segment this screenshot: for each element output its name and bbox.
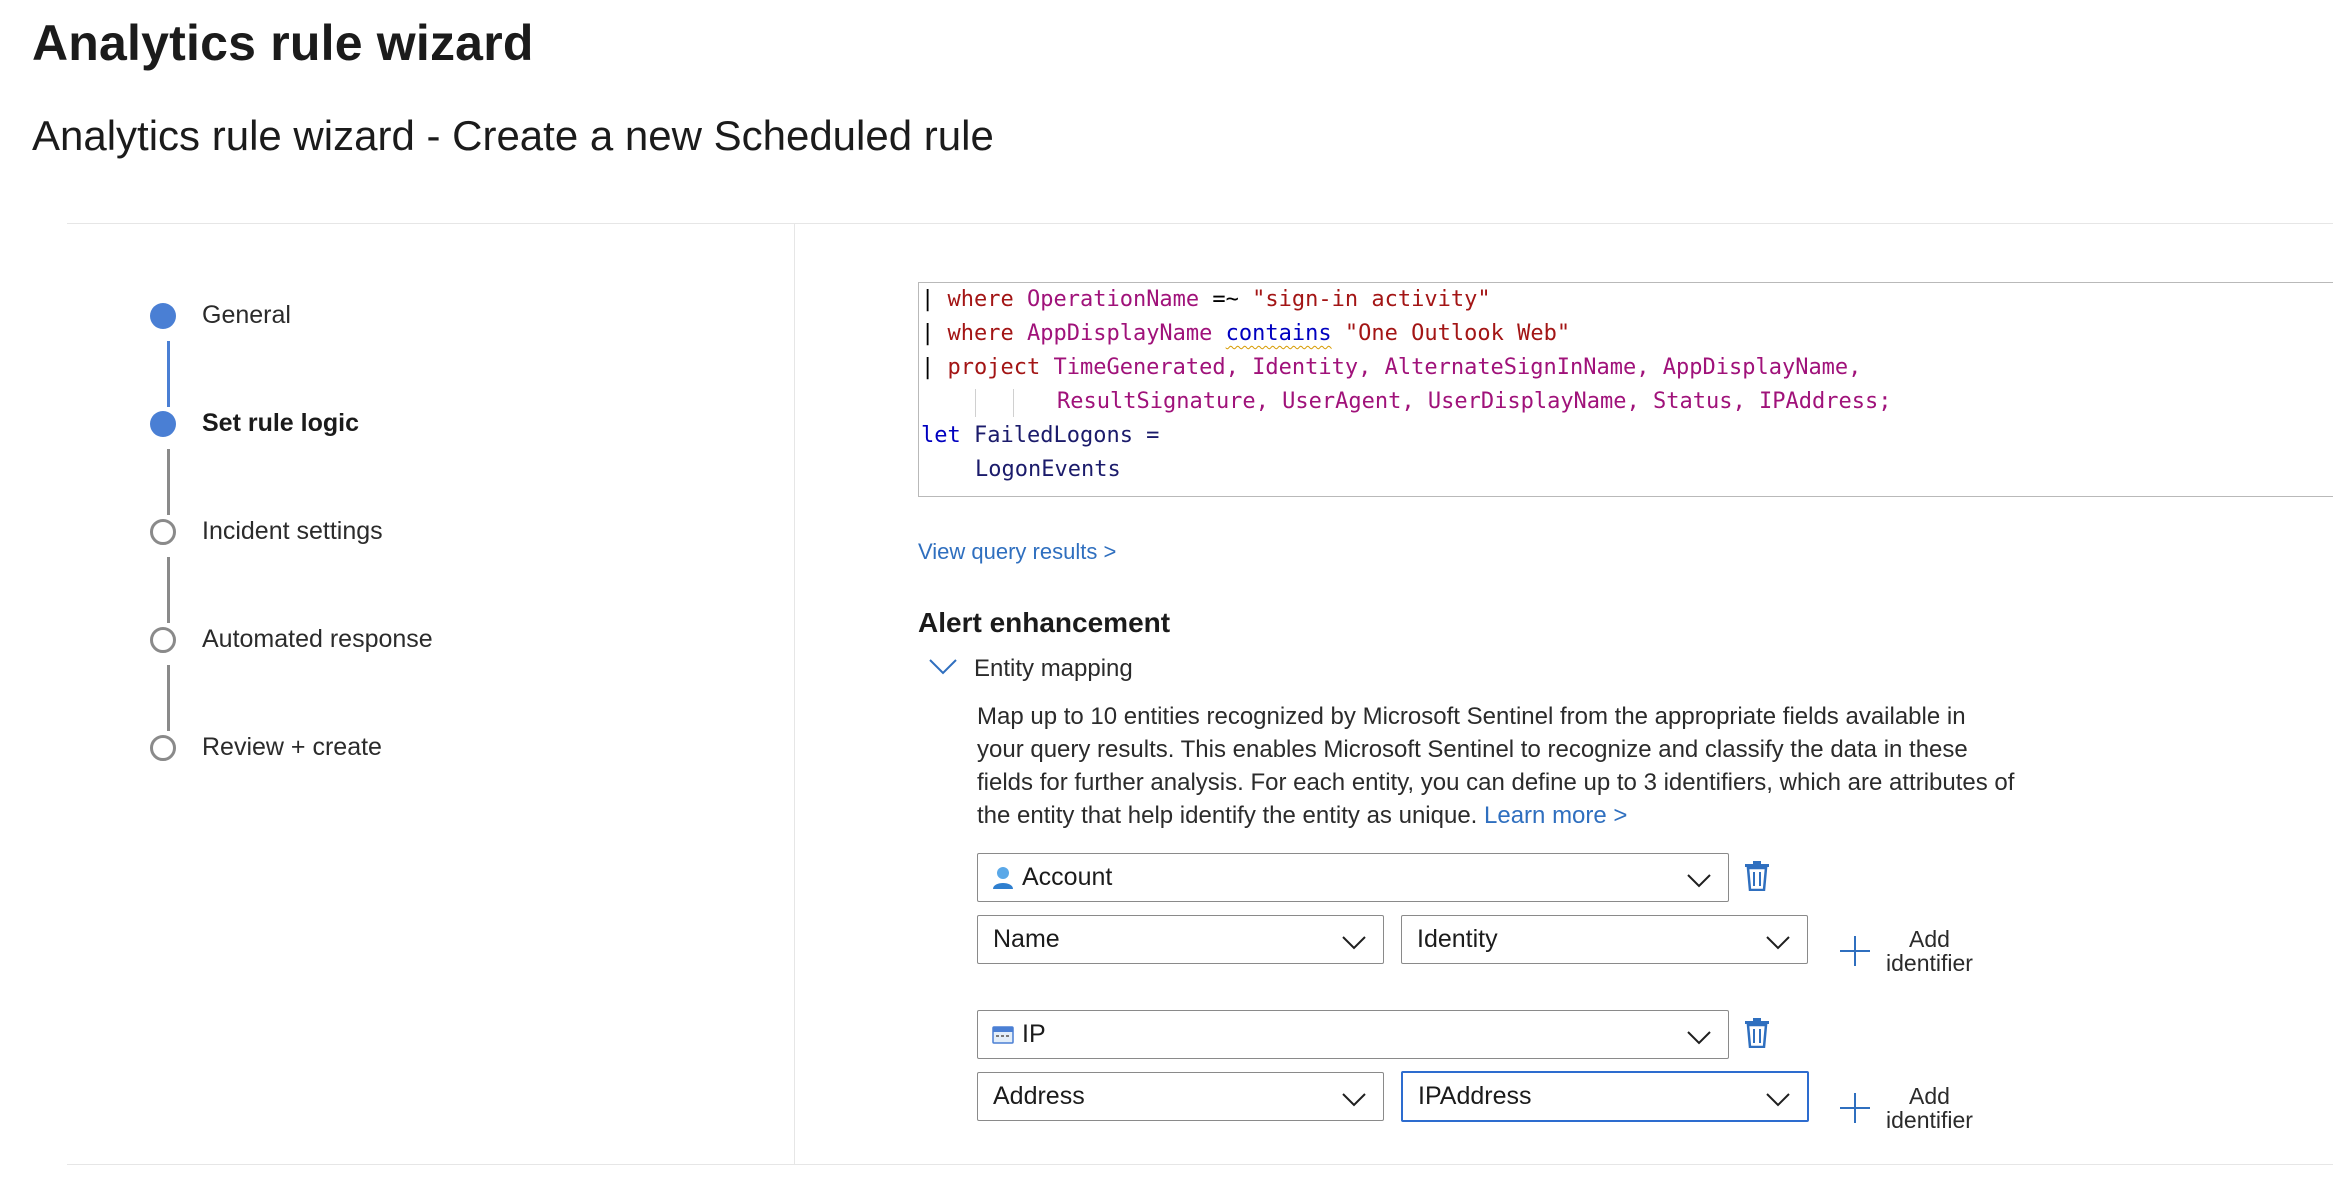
step-review-create[interactable]: Review + create [150, 733, 382, 762]
delete-entity-button[interactable] [1744, 1018, 1770, 1053]
code-line: | where AppDisplayName contains "One Out… [921, 321, 1571, 346]
step-set-rule-logic[interactable]: Set rule logic [150, 409, 359, 438]
identifier-select[interactable]: Address [977, 1072, 1384, 1121]
step-connector-completed [167, 341, 170, 407]
column-value: IPAddress [1418, 1082, 1532, 1110]
identifier-value: Name [993, 925, 1060, 953]
step-completed-icon [150, 302, 176, 329]
step-connector [167, 665, 170, 731]
step-label: Review + create [202, 733, 382, 761]
column-value: Identity [1417, 925, 1498, 953]
column-select[interactable]: IPAddress [1401, 1071, 1809, 1122]
entity-type-value: Account [1022, 863, 1113, 891]
user-account-icon [992, 866, 1014, 890]
view-query-results-link[interactable]: View query results > [918, 539, 1116, 565]
add-identifier-label: Add identifier [1886, 1083, 1973, 1133]
ip-address-icon [992, 1025, 1014, 1045]
entity-type-value: IP [1022, 1020, 1046, 1048]
step-label: General [202, 301, 291, 329]
content-bottom-divider [67, 1164, 2333, 1165]
plus-icon [1840, 1093, 1870, 1123]
entity-type-select-ip[interactable]: IP [977, 1010, 1729, 1059]
code-line: ResultSignature, UserAgent, UserDisplayN… [1057, 389, 1892, 414]
step-general[interactable]: General [150, 301, 291, 330]
step-label: Set rule logic [202, 409, 359, 437]
code-line: let FailedLogons = [921, 423, 1160, 448]
plus-icon [1840, 936, 1870, 966]
chevron-down-icon [1765, 1087, 1791, 1116]
column-select[interactable]: Identity [1401, 915, 1808, 964]
step-pending-icon [150, 518, 176, 545]
chevron-down-icon [1341, 1087, 1367, 1116]
trash-icon [1744, 861, 1770, 895]
entity-mapping-label: Entity mapping [974, 655, 1133, 682]
add-identifier-button[interactable]: Add identifier [1840, 1084, 1973, 1132]
chevron-down-icon [1765, 930, 1791, 959]
entity-mapping-description: Map up to 10 entities recognized by Micr… [977, 700, 2017, 832]
chevron-down-icon [1341, 930, 1367, 959]
chevron-down-icon [928, 657, 958, 682]
step-connector [167, 557, 170, 623]
identifier-value: Address [993, 1082, 1085, 1110]
page-subtitle: Analytics rule wizard - Create a new Sch… [32, 112, 994, 159]
alert-enhancement-heading: Alert enhancement [918, 607, 1171, 638]
indent-guide [975, 389, 976, 417]
step-current-icon [150, 410, 176, 437]
step-incident-settings[interactable]: Incident settings [150, 517, 383, 546]
add-identifier-label: Add identifier [1886, 926, 1973, 976]
code-line: LogonEvents [975, 457, 1121, 482]
step-automated-response[interactable]: Automated response [150, 625, 433, 654]
chevron-down-icon [1686, 868, 1712, 897]
step-connector [167, 449, 170, 515]
learn-more-link[interactable]: Learn more > [1484, 802, 1627, 829]
step-pending-icon [150, 626, 176, 653]
step-label: Incident settings [202, 517, 383, 545]
indent-guide [1013, 389, 1014, 417]
page-title: Analytics rule wizard [32, 15, 534, 71]
step-label: Automated response [202, 625, 433, 653]
rule-query-editor[interactable]: | where OperationName =~ "sign-in activi… [918, 282, 2333, 497]
step-pending-icon [150, 734, 176, 761]
content-top-divider [67, 223, 2333, 224]
identifier-select[interactable]: Name [977, 915, 1384, 964]
entity-mapping-toggle[interactable]: Entity mapping [928, 655, 1133, 683]
code-line: | where OperationName =~ "sign-in activi… [921, 287, 1491, 312]
chevron-down-icon [1686, 1025, 1712, 1054]
stepper-divider [794, 224, 795, 1164]
add-identifier-button[interactable]: Add identifier [1840, 927, 1973, 975]
entity-type-select-account[interactable]: Account [977, 853, 1729, 902]
delete-entity-button[interactable] [1744, 861, 1770, 896]
code-line: | project TimeGenerated, Identity, Alter… [921, 355, 1862, 380]
trash-icon [1744, 1018, 1770, 1052]
